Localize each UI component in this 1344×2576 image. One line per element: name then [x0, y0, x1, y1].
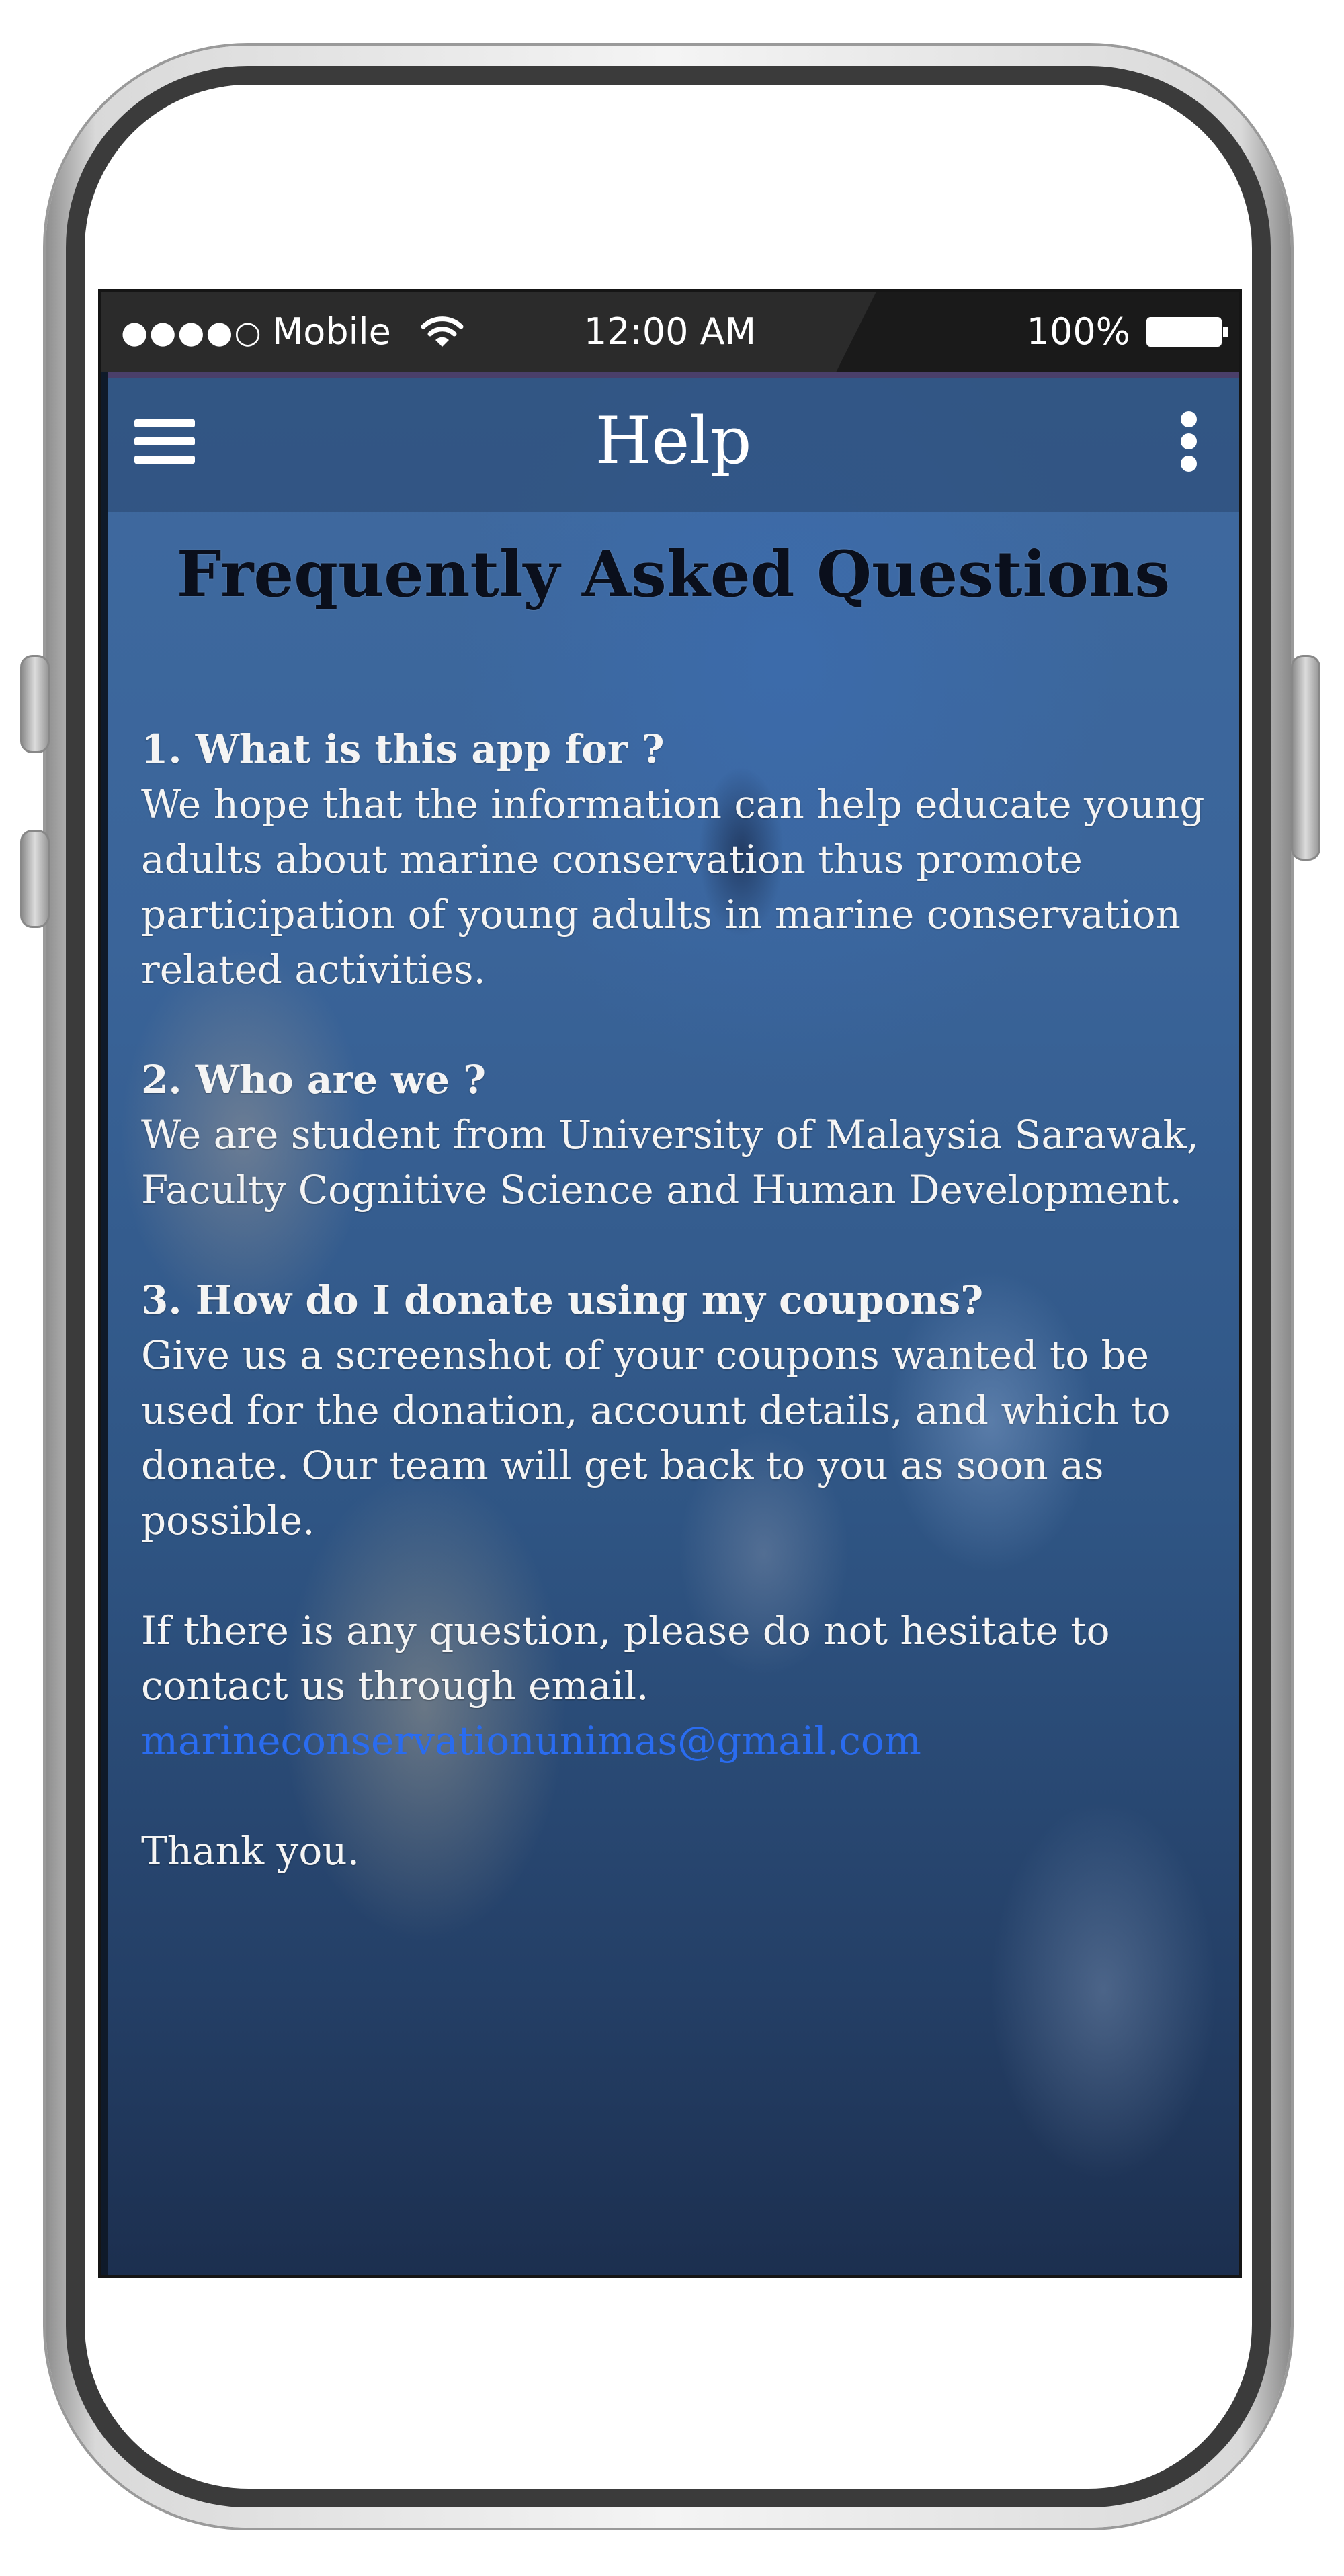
contact-email-link[interactable]: marineconservationunimas@gmail.com: [141, 1718, 921, 1764]
app-bar: Help: [108, 378, 1239, 512]
faq-answer: We are student from University of Malays…: [141, 1112, 1200, 1213]
page-title: Help: [595, 403, 752, 478]
faq-question: 2. Who are we ?: [141, 1057, 487, 1103]
contact-section: If there is any question, please do not …: [141, 1603, 1212, 1768]
closing-text: Thank you.: [141, 1828, 360, 1874]
faq-answer: Give us a screenshot of your coupons wan…: [141, 1332, 1171, 1543]
faq-item: 2. Who are we ? We are student from Univ…: [141, 1052, 1212, 1217]
volume-down-button: [20, 830, 50, 928]
faq-question: 3. How do I donate using my coupons?: [141, 1277, 984, 1323]
faq-answer: We hope that the information can help ed…: [141, 781, 1205, 992]
faq-item: 1. What is this app for ? We hope that t…: [141, 722, 1212, 997]
status-right: 100%: [1026, 310, 1228, 353]
contact-text: If there is any question, please do not …: [141, 1608, 1110, 1709]
faq-item: 3. How do I donate using my coupons? Giv…: [141, 1273, 1212, 1548]
status-divider: [108, 372, 1239, 378]
faq-question: 1. What is this app for ?: [141, 726, 665, 772]
help-content: Help Frequently Asked Questions 1. What …: [108, 378, 1239, 2275]
battery-percent: 100%: [1026, 310, 1130, 353]
status-bar: ●●●●○ Mobile 12:00 AM 100%: [101, 292, 1239, 372]
faq-heading: Frequently Asked Questions: [176, 538, 1171, 611]
faq-body: 1. What is this app for ? We hope that t…: [141, 722, 1212, 1879]
power-button: [1291, 655, 1320, 861]
battery-icon: [1146, 316, 1228, 347]
phone-screen: ●●●●○ Mobile 12:00 AM 100% Help Frequent…: [98, 289, 1242, 2278]
volume-up-button: [20, 655, 50, 753]
more-vertical-icon[interactable]: [1179, 411, 1199, 472]
